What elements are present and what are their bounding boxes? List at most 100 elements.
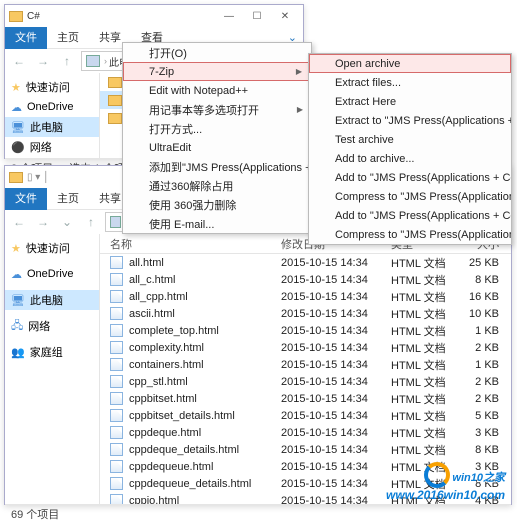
cloud-icon: ☁ [11,268,22,281]
pc-icon [110,216,121,228]
nav-up-icon[interactable]: ↑ [81,212,101,232]
nav-fwd-icon[interactable]: → [33,51,53,71]
sidebar-item-thispc[interactable]: 🖥此电脑 [5,117,99,137]
table-row[interactable]: ascii.html2015-10-15 14:34HTML 文档10 KB [100,305,511,322]
menu-label: Test archive [335,134,394,146]
sidebar-item-quick[interactable]: ★快速访问 [5,238,99,258]
sidebar-label: 家庭组 [30,344,63,360]
table-row[interactable]: complete_top.html2015-10-15 14:34HTML 文档… [100,322,511,339]
tab-home[interactable]: 主页 [47,27,89,49]
window-title: C# [27,11,215,22]
sidebar-label: 此电脑 [30,119,63,135]
menu-item[interactable]: Add to archive... [309,149,511,168]
menu-item[interactable]: Open archive [309,54,511,73]
network-icon: ⚫ [11,141,25,154]
file-size: 3 KB [461,427,511,439]
table-row[interactable]: cpp_stl.html2015-10-15 14:34HTML 文档2 KB [100,373,511,390]
html-file-icon [110,426,123,439]
nav-fwd-icon[interactable]: → [33,212,53,232]
menu-item[interactable]: UltraEdit [123,138,311,157]
menu-label: Extract files... [335,77,401,89]
menu-item[interactable]: Add to "JMS Press(Applications + Co.de +… [309,168,511,187]
menu-item[interactable]: 打开(O) [123,43,311,62]
menu-item[interactable]: 使用 E-mail... [123,214,311,233]
menu-item[interactable]: Test archive [309,130,511,149]
menu-item[interactable]: Extract files... [309,73,511,92]
menu-label: Open archive [335,58,400,70]
status-count: 69 个项目 [11,506,59,522]
nav-up-icon[interactable]: ↑ [57,51,77,71]
menu-item[interactable]: 7-Zip▶ [123,62,311,81]
maximize-button[interactable]: ☐ [243,6,271,26]
file-type: HTML 文档 [391,272,461,288]
table-row[interactable]: cppdequeue_details.html2015-10-15 14:34H… [100,475,511,492]
menu-item[interactable]: Compress to "JMS Press(Applications + Co… [309,225,511,244]
file-type: HTML 文档 [391,306,461,322]
file-name: cppio.html [129,495,179,505]
nav-recent-icon[interactable]: ⌄ [57,212,77,232]
sidebar-item-network[interactable]: ⚫ 网络 [5,137,99,157]
file-name: cppdeque_details.html [129,444,239,456]
file-date: 2015-10-15 14:34 [281,376,391,388]
file-size: 1 KB [461,359,511,371]
file-date: 2015-10-15 14:34 [281,444,391,456]
menu-label: 用记事本等多选项打开 [149,102,259,118]
sidebar-item-quick[interactable]: ★快速访问 [5,77,99,97]
submenu-arrow-icon: ▶ [297,105,303,114]
file-name: containers.html [129,359,204,371]
menu-item[interactable]: Compress to "JMS Press(Applications + Co… [309,187,511,206]
tab-home[interactable]: 主页 [47,188,89,210]
table-row[interactable]: cppbitset_details.html2015-10-15 14:34HT… [100,407,511,424]
file-size: 2 KB [461,376,511,388]
file-name: all_c.html [129,274,175,286]
tab-file[interactable]: 文件 [5,27,47,49]
html-file-icon [110,341,123,354]
pc-icon: 🖥 [11,294,25,307]
table-row[interactable]: cppio.html2015-10-15 14:34HTML 文档4 KB [100,492,511,504]
titlebar[interactable]: C# — ☐ ✕ [5,5,303,27]
menu-item[interactable]: Extract Here [309,92,511,111]
tab-file[interactable]: 文件 [5,188,47,210]
sidebar-item-network[interactable]: 🖧网络 [5,316,99,336]
file-date: 2015-10-15 14:34 [281,427,391,439]
file-size: 5 KB [461,410,511,422]
nav-back-icon[interactable]: ← [9,212,29,232]
sidebar-item-onedrive[interactable]: ☁OneDrive [5,97,99,117]
sidebar-item-onedrive[interactable]: ☁OneDrive [5,264,99,284]
sidebar-item-thispc[interactable]: 🖥此电脑 [5,290,99,310]
table-row[interactable]: cppbitset.html2015-10-15 14:34HTML 文档2 K… [100,390,511,407]
table-row[interactable]: all_cpp.html2015-10-15 14:34HTML 文档16 KB [100,288,511,305]
menu-label: Edit with Notepad++ [149,85,248,97]
menu-label: Compress to "JMS Press(Applications + Co… [335,191,511,203]
file-content[interactable]: 名称 修改日期 类型 大小 all.html2015-10-15 14:34HT… [100,234,511,504]
table-row[interactable]: all.html2015-10-15 14:34HTML 文档25 KB [100,254,511,271]
sidebar-item-homegroup[interactable]: 👥家庭组 [5,342,99,362]
nav-back-icon[interactable]: ← [9,51,29,71]
menu-item[interactable]: Edit with Notepad++ [123,81,311,100]
table-row[interactable]: cppdeque_details.html2015-10-15 14:34HTM… [100,441,511,458]
context-submenu-7zip: Open archive Extract files... Extract Here… [308,53,512,245]
menu-item[interactable]: Extract to "JMS Press(Applications + Cod… [309,111,511,130]
file-list[interactable]: all.html2015-10-15 14:34HTML 文档25 KBall_… [100,254,511,504]
menu-item[interactable]: 添加到"JMS Press(Applications + Code + Mark… [123,157,311,176]
table-row[interactable]: containers.html2015-10-15 14:34HTML 文档1 … [100,356,511,373]
col-name[interactable]: 名称 [110,236,281,252]
table-row[interactable]: all_c.html2015-10-15 14:34HTML 文档8 KB [100,271,511,288]
minimize-button[interactable]: — [215,6,243,26]
menu-item[interactable]: 使用 360强力删除 [123,195,311,214]
file-size: 2 KB [461,342,511,354]
folder-icon [108,77,122,88]
table-row[interactable]: cppdeque.html2015-10-15 14:34HTML 文档3 KB [100,424,511,441]
menu-item[interactable]: 通过360解除占用 [123,176,311,195]
menu-item[interactable]: 打开方式... [123,119,311,138]
menu-item[interactable]: Add to "JMS Press(Applications + Code + … [309,206,511,225]
menu-label: Compress to "JMS Press(Applications + Co… [335,229,511,241]
file-name: cpp_stl.html [129,376,188,388]
menu-item[interactable]: 用记事本等多选项打开 ▶ [123,100,311,119]
html-file-icon [110,273,123,286]
table-row[interactable]: cppdequeue.html2015-10-15 14:34HTML 文档3 … [100,458,511,475]
file-name: complete_top.html [129,325,219,337]
sidebar-label: 网络 [30,139,52,155]
table-row[interactable]: complexity.html2015-10-15 14:34HTML 文档2 … [100,339,511,356]
close-button[interactable]: ✕ [271,6,299,26]
